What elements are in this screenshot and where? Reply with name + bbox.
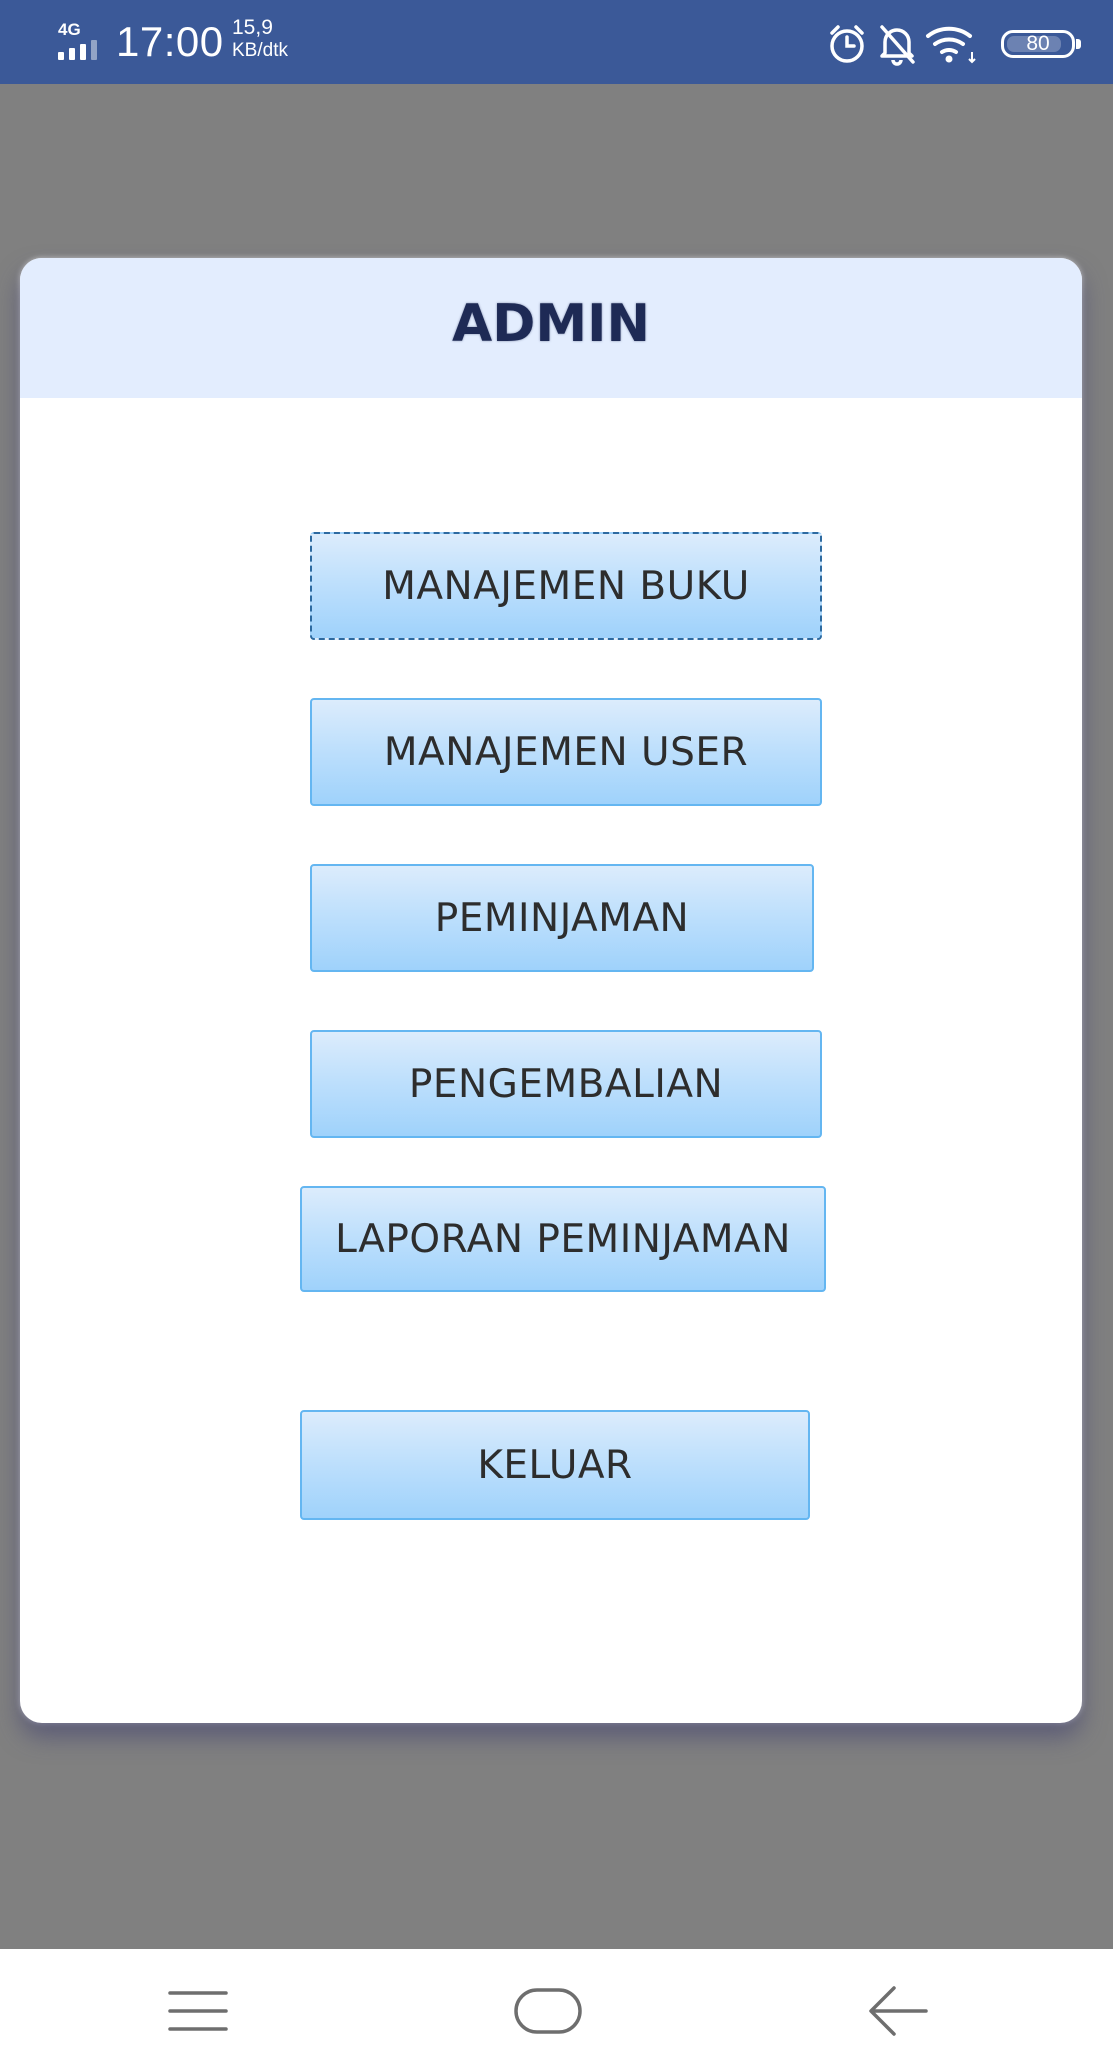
- battery-icon: 80: [1001, 30, 1081, 58]
- clock: 17:00: [116, 18, 224, 65]
- bell-off-icon: [877, 22, 917, 71]
- navigation-bar: [0, 1949, 1113, 2051]
- home-icon[interactable]: [513, 1987, 583, 2040]
- signal-icon: 4G: [56, 20, 108, 60]
- network-speed-unit: KB/dtk: [232, 40, 288, 62]
- status-bar: 4G 17:00 15,9 KB/dtk 80: [0, 0, 1113, 84]
- manajemen-buku-button[interactable]: MANAJEMEN BUKU: [310, 532, 822, 640]
- wifi-icon: [925, 22, 977, 71]
- dialog-title: ADMIN: [451, 294, 651, 354]
- pengembalian-button[interactable]: PENGEMBALIAN: [310, 1030, 822, 1138]
- battery-level: 80: [1026, 32, 1050, 55]
- laporan-peminjaman-button[interactable]: LAPORAN PEMINJAMAN: [300, 1186, 826, 1292]
- peminjaman-button[interactable]: PEMINJAMAN: [310, 864, 814, 972]
- network-speed-value: 15,9: [232, 16, 273, 39]
- alarm-icon: [825, 22, 869, 71]
- keluar-button[interactable]: KELUAR: [300, 1410, 810, 1520]
- back-icon[interactable]: [868, 1985, 928, 2042]
- menu-icon[interactable]: [168, 1989, 228, 2038]
- dialog-header: ADMIN: [20, 258, 1082, 398]
- network-type: 4G: [58, 20, 81, 39]
- admin-dialog: ADMIN MANAJEMEN BUKU MANAJEMEN USER PEMI…: [20, 258, 1082, 1723]
- network-speed: 15,9 KB/dtk: [232, 16, 288, 62]
- manajemen-user-button[interactable]: MANAJEMEN USER: [310, 698, 822, 806]
